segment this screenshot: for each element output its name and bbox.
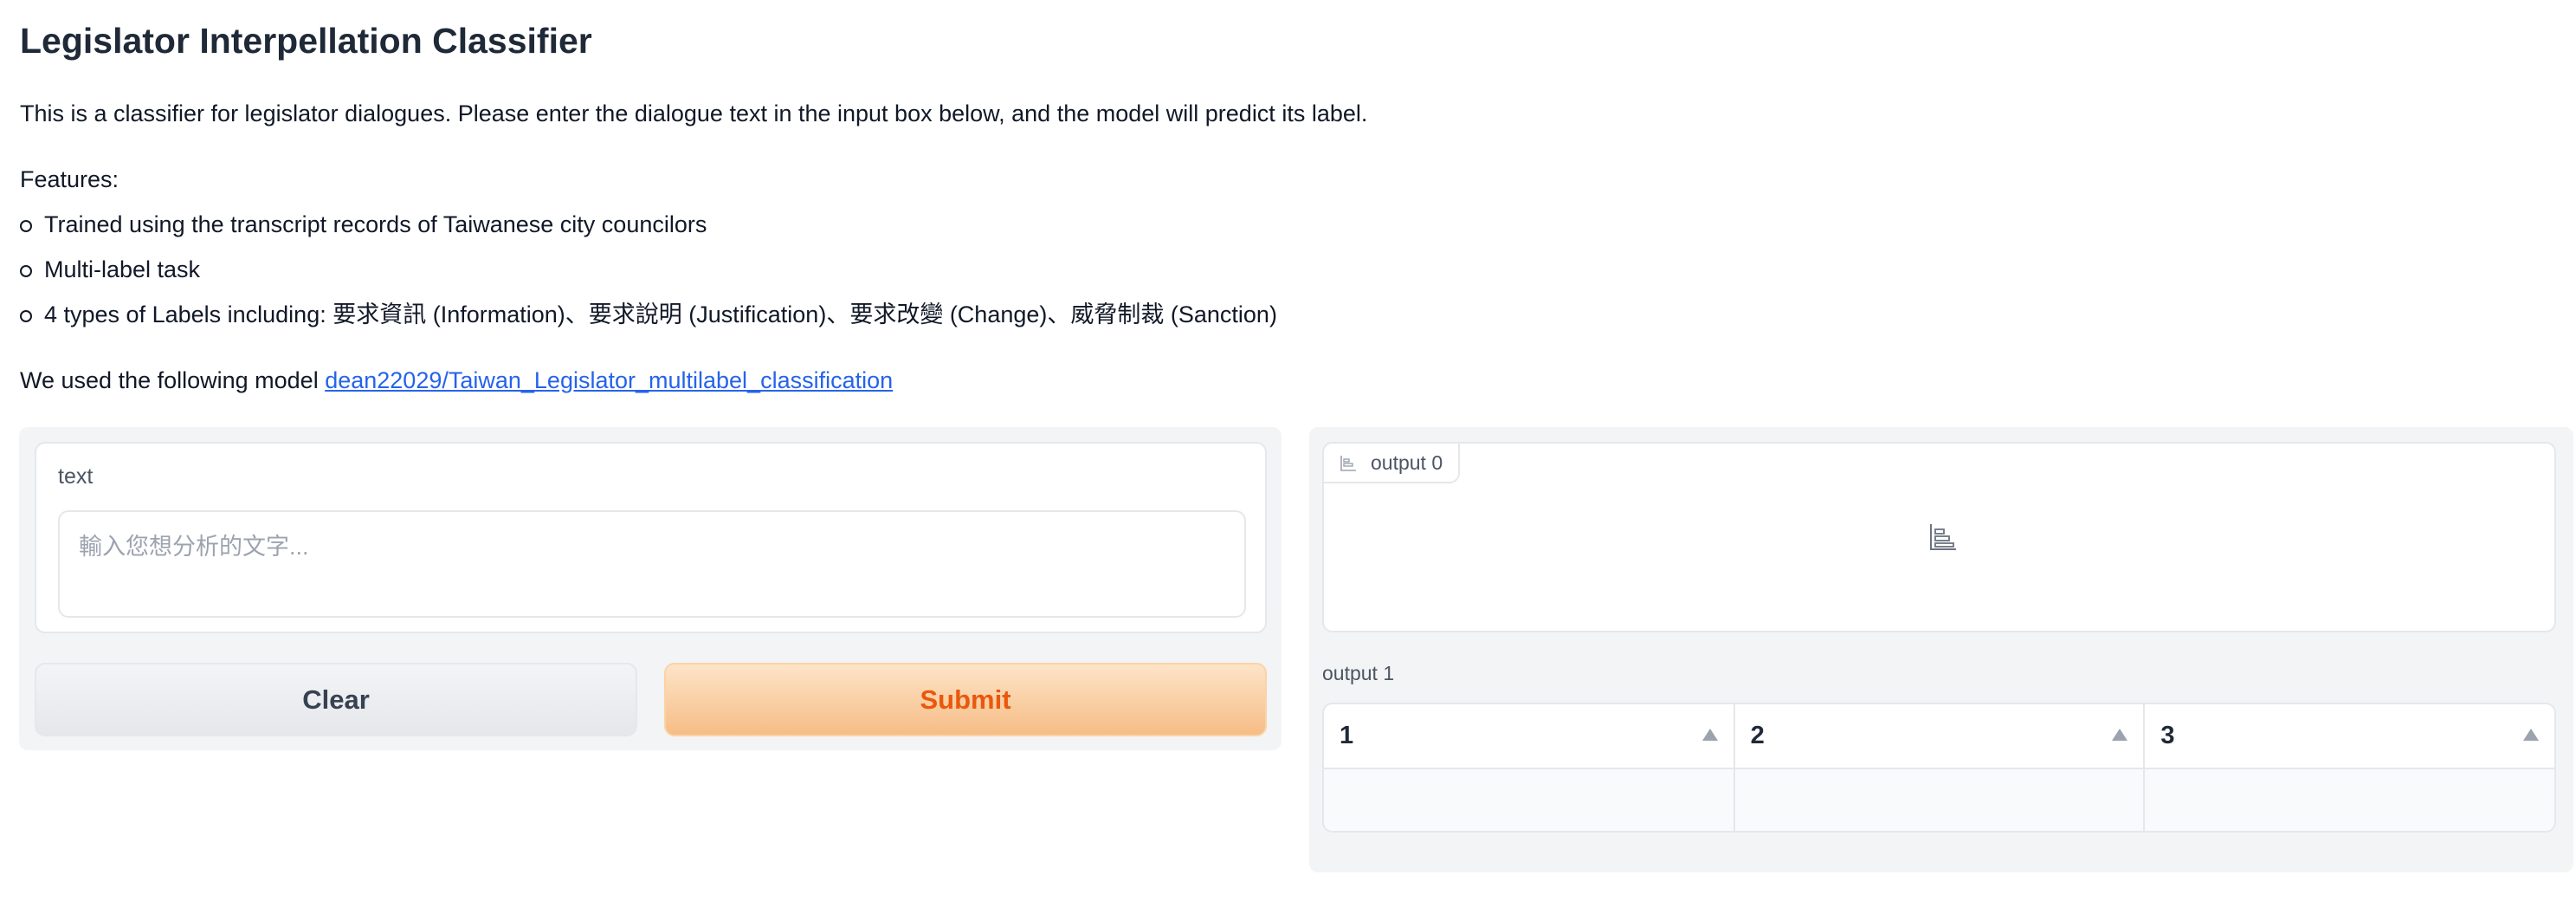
model-link[interactable]: dean22029/Taiwan_Legislator_multilabel_c… xyxy=(325,367,893,393)
sort-icon[interactable] xyxy=(2523,729,2539,741)
bar-chart-icon xyxy=(1340,456,1356,471)
sort-icon[interactable] xyxy=(2112,729,2128,741)
output-0-label: output 0 xyxy=(1371,450,1443,474)
column-header-1[interactable]: 1 xyxy=(1324,704,1735,769)
output-0-tag: output 0 xyxy=(1322,442,1461,483)
column-header-3[interactable]: 3 xyxy=(2144,704,2554,769)
clear-button[interactable]: Clear xyxy=(35,663,637,736)
bullet-icon xyxy=(20,265,32,277)
feature-item: Multi-label task xyxy=(20,255,1277,300)
feature-item: 4 types of Labels including: 要求資訊 (Infor… xyxy=(20,300,1277,345)
page-title: Legislator Interpellation Classifier xyxy=(20,21,592,61)
feature-item: Trained using the transcript records of … xyxy=(20,210,1277,255)
text-input-card: text 輸入您想分析的文字... xyxy=(35,442,1267,633)
input-panel: text 輸入您想分析的文字... Clear Submit xyxy=(19,427,1282,750)
model-prefix: We used the following model xyxy=(20,367,326,393)
output-1-label: output 1 xyxy=(1322,662,1395,684)
description: This is a classifier for legislator dial… xyxy=(20,100,1368,126)
bullet-icon xyxy=(20,310,32,322)
sort-icon[interactable] xyxy=(1701,729,1718,741)
features-label: Features: xyxy=(20,166,119,192)
output-1-table: 1 2 3 xyxy=(1322,703,2556,833)
table-cell[interactable] xyxy=(1733,768,2146,831)
output-0-card: output 0 xyxy=(1322,442,2556,632)
feature-list: Trained using the transcript records of … xyxy=(20,210,1277,345)
text-input-label: text xyxy=(58,464,94,489)
text-input[interactable]: 輸入您想分析的文字... xyxy=(58,510,1246,618)
table-cell[interactable] xyxy=(1324,768,1735,831)
column-header-2[interactable]: 2 xyxy=(1733,704,2146,769)
submit-button[interactable]: Submit xyxy=(664,663,1267,736)
model-line: We used the following model dean22029/Ta… xyxy=(20,367,893,394)
bar-chart-icon xyxy=(1930,524,1956,550)
table-row xyxy=(1324,768,2554,831)
table-cell[interactable] xyxy=(2144,768,2554,831)
bullet-icon xyxy=(20,220,32,232)
output-panel: output 0 output 1 1 2 3 xyxy=(1309,427,2573,872)
